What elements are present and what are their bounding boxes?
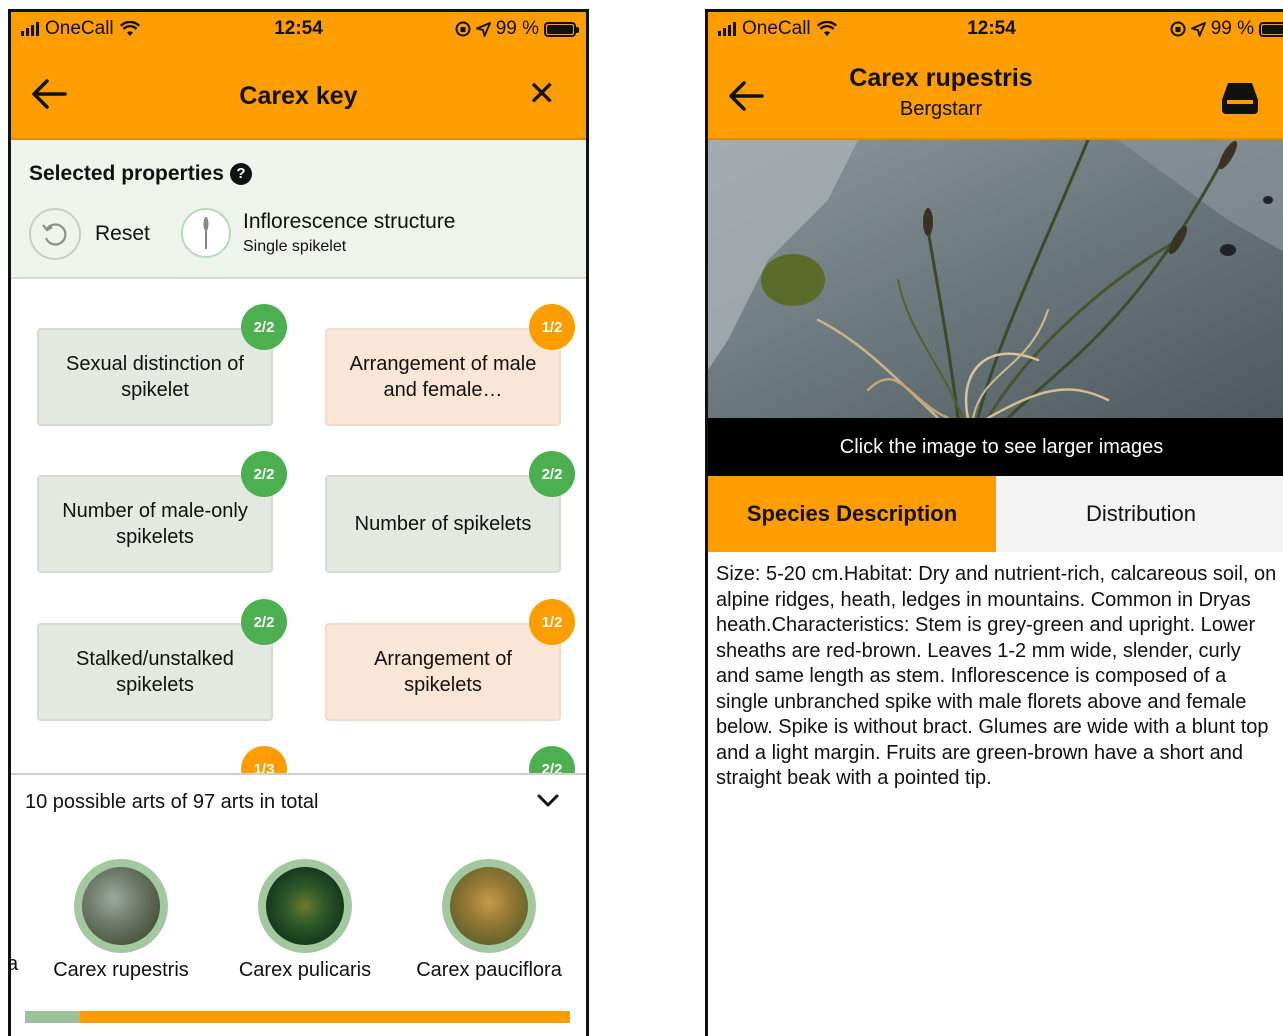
species-image-ring: [74, 859, 168, 953]
tab-species-description[interactable]: Species Description: [708, 476, 996, 552]
species-photo-image: [708, 140, 1283, 418]
status-bar: OneCall 12:54 99 %: [11, 12, 586, 48]
battery-icon: [1259, 21, 1283, 37]
card-badge: 2/2: [241, 304, 287, 350]
species-name: Carex rupestris: [53, 959, 189, 981]
property-value: Single spikelet: [243, 238, 347, 255]
property-card[interactable]: Number of male-only spikelets: [37, 475, 273, 573]
species-name: Carex pulicaris: [238, 959, 372, 981]
top-bar: OneCall 12:54 99 % Carex rupestris Bergs…: [708, 12, 1283, 140]
location-icon: [1190, 21, 1206, 37]
card-badge: 1/3: [241, 746, 287, 773]
selected-property-chip[interactable]: Inflorescence structure Single spikelet: [181, 208, 455, 258]
app-header: Carex key ✕: [11, 48, 586, 140]
species-title: Carex rupestris: [849, 64, 1033, 92]
property-name: Inflorescence structure: [243, 210, 456, 233]
card-label: Arrangement of spikelets: [374, 648, 512, 696]
property-card[interactable]: Arrangement of male and female…: [325, 328, 561, 426]
close-icon[interactable]: ✕: [528, 76, 557, 112]
card-label: Number of male-only spikelets: [62, 500, 248, 548]
photo-caption[interactable]: Click the image to see larger images: [708, 418, 1283, 476]
species-tabs: Species Description Distribution: [708, 476, 1283, 552]
battery-percent: 99 %: [495, 18, 539, 39]
lock-rotation-icon: [1170, 21, 1186, 37]
property-card[interactable]: Number of spikelets: [325, 475, 561, 573]
page-title: Carex key: [239, 82, 358, 110]
species-thumb[interactable]: Carex pulicaris: [215, 859, 395, 982]
card-badge: 2/2: [241, 599, 287, 645]
status-right: 99 %: [1170, 18, 1283, 40]
reset-icon: [29, 208, 81, 260]
card-badge: 2/2: [529, 746, 575, 773]
card-badge: 2/2: [529, 451, 575, 497]
battery-icon: [544, 21, 579, 37]
status-right: 99 %: [455, 18, 579, 40]
results-drawer: 10 possible arts of 97 arts in total a C…: [11, 773, 586, 1036]
card-badge: 1/2: [529, 304, 575, 350]
card-label: Arrangement of male and female…: [349, 353, 537, 401]
progress-fill: [25, 1011, 80, 1023]
results-progress-bar: [25, 1011, 570, 1023]
card-badge: 2/2: [241, 451, 287, 497]
status-bar: OneCall 12:54 99 %: [708, 12, 1283, 48]
species-detail-screen: OneCall 12:54 99 % Carex rupestris Bergs…: [705, 9, 1283, 1036]
species-thumb[interactable]: Carex rupestris: [31, 859, 211, 982]
card-badge: 1/2: [529, 599, 575, 645]
chevron-down-icon[interactable]: [536, 789, 560, 813]
species-common-name: Bergstarr: [899, 98, 983, 120]
species-description-text: Size: 5-20 cm.Habitat: Dry and nutrient-…: [716, 563, 1277, 789]
battery-percent: 99 %: [1210, 18, 1254, 39]
species-carousel: Carex rupestris Carex pulicaris Carex pa…: [11, 859, 586, 989]
location-icon: [475, 21, 491, 37]
selected-properties-title: Selected properties ?: [29, 162, 252, 186]
property-card[interactable]: Arrangement of spikelets: [325, 623, 561, 721]
top-bar: OneCall 12:54 99 % Carex key ✕: [11, 12, 586, 140]
species-image: [450, 867, 528, 945]
selected-properties-label: Selected properties: [29, 162, 224, 185]
selected-properties-panel: Selected properties ? Reset Inflorescenc…: [11, 140, 586, 279]
reset-button[interactable]: Reset: [29, 208, 150, 260]
reset-label: Reset: [95, 222, 150, 245]
species-image-ring: [442, 859, 536, 953]
card-label: Number of spikelets: [354, 513, 532, 535]
species-image: [266, 867, 344, 945]
property-cards-grid: Sexual distinction of spikelet 2/2 Arran…: [11, 279, 586, 773]
help-icon[interactable]: ?: [229, 163, 252, 185]
species-photo[interactable]: [708, 140, 1283, 418]
property-card[interactable]: Sexual distinction of spikelet: [37, 328, 273, 426]
tab-distribution[interactable]: Distribution: [996, 476, 1283, 552]
species-image-ring: [258, 859, 352, 953]
property-card[interactable]: Stalked/unstalked spikelets: [37, 623, 273, 721]
species-name: Carex pauciflora: [416, 959, 562, 981]
species-image: [82, 867, 160, 945]
bookmark-icon[interactable]: [1218, 78, 1262, 118]
card-label: Sexual distinction of spikelet: [66, 353, 244, 401]
spikelet-icon: [181, 208, 231, 258]
card-label: Stalked/unstalked spikelets: [76, 648, 234, 696]
species-header: Carex rupestris Bergstarr: [708, 48, 1283, 140]
species-thumb[interactable]: Carex pauciflora: [399, 859, 579, 982]
results-summary: 10 possible arts of 97 arts in total: [25, 791, 319, 813]
lock-rotation-icon: [455, 21, 471, 37]
carex-key-screen: OneCall 12:54 99 % Carex key ✕ Selected …: [8, 9, 589, 1036]
